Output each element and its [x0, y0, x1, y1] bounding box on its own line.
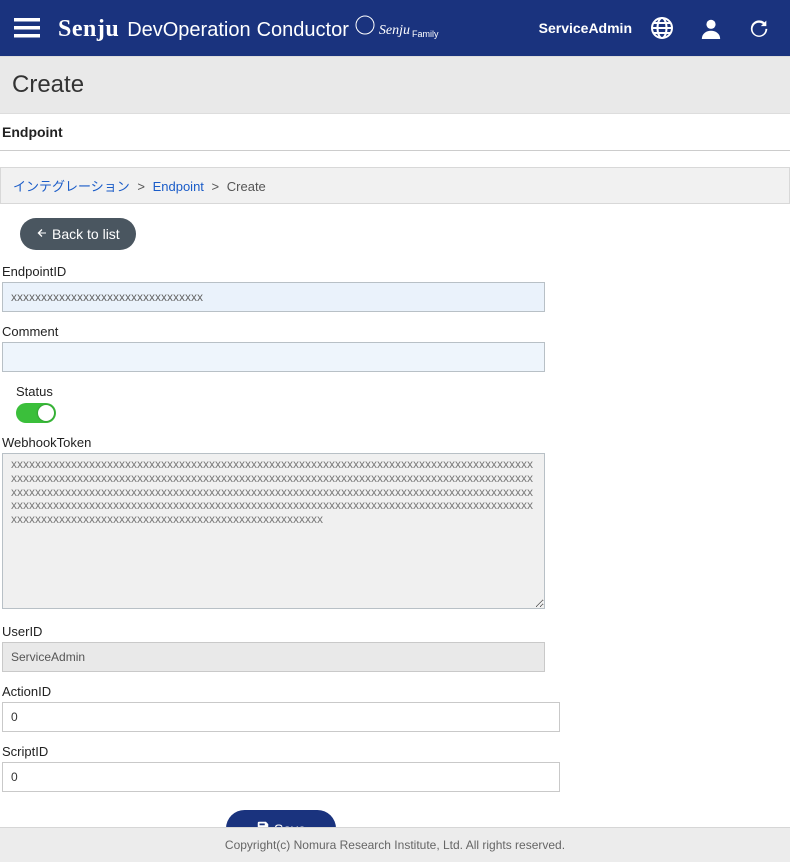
footer-copyright: Copyright(c) Nomura Research Institute, … [0, 827, 790, 862]
status-label: Status [16, 384, 788, 399]
brand-sub2: Conductor [257, 19, 349, 42]
breadcrumb-integration[interactable]: インテグレーション [13, 179, 130, 194]
brand-logo-suffix: Family [412, 29, 439, 39]
breadcrumb-sep: > [212, 179, 220, 194]
brand-logo: Senju Family [351, 14, 439, 39]
breadcrumb-endpoint[interactable]: Endpoint [153, 179, 204, 194]
action-id-label: ActionID [2, 684, 788, 699]
breadcrumb-sep: > [137, 179, 145, 194]
product-brand: Senju DevOperation Conductor Senju Famil… [58, 14, 438, 43]
field-script-id: ScriptID [2, 744, 788, 792]
comment-label: Comment [2, 324, 788, 339]
top-app-bar: Senju DevOperation Conductor Senju Famil… [0, 0, 790, 56]
create-endpoint-form: EndpointID Comment Status WebhookToken U… [0, 264, 790, 853]
globe-icon[interactable] [650, 16, 674, 40]
hamburger-icon[interactable] [14, 18, 40, 38]
back-to-list-label: Back to list [52, 226, 120, 242]
status-toggle[interactable] [16, 403, 56, 423]
endpoint-id-input[interactable] [2, 282, 545, 312]
webhook-token-label: WebhookToken [2, 435, 788, 450]
comment-input[interactable] [2, 342, 545, 372]
field-action-id: ActionID [2, 684, 788, 732]
page-title: Create [0, 56, 790, 114]
field-status: Status [16, 384, 788, 423]
field-user-id: UserID [2, 624, 788, 672]
action-id-input[interactable] [2, 702, 560, 732]
refresh-icon[interactable] [748, 17, 770, 39]
user-id-label: UserID [2, 624, 788, 639]
script-id-input[interactable] [2, 762, 560, 792]
breadcrumb-current: Create [227, 179, 266, 194]
brand-logo-text: Senju [379, 23, 410, 39]
endpoint-id-label: EndpointID [2, 264, 788, 279]
arrow-left-icon [36, 226, 48, 242]
field-comment: Comment [2, 324, 788, 372]
breadcrumb: インテグレーション > Endpoint > Create [0, 167, 790, 204]
current-user-label: ServiceAdmin [539, 20, 632, 36]
brand-main: Senju [58, 16, 119, 43]
script-id-label: ScriptID [2, 744, 788, 759]
brand-logo-icon [351, 14, 379, 39]
top-icon-group [650, 16, 770, 40]
section-title: Endpoint [0, 114, 790, 151]
brand-sub1: DevOperation [127, 19, 250, 42]
user-icon[interactable] [700, 17, 722, 39]
webhook-token-textarea[interactable] [2, 453, 545, 609]
field-endpoint-id: EndpointID [2, 264, 788, 312]
user-id-input[interactable] [2, 642, 545, 672]
field-webhook-token: WebhookToken [2, 435, 788, 612]
back-to-list-button[interactable]: Back to list [20, 218, 136, 250]
